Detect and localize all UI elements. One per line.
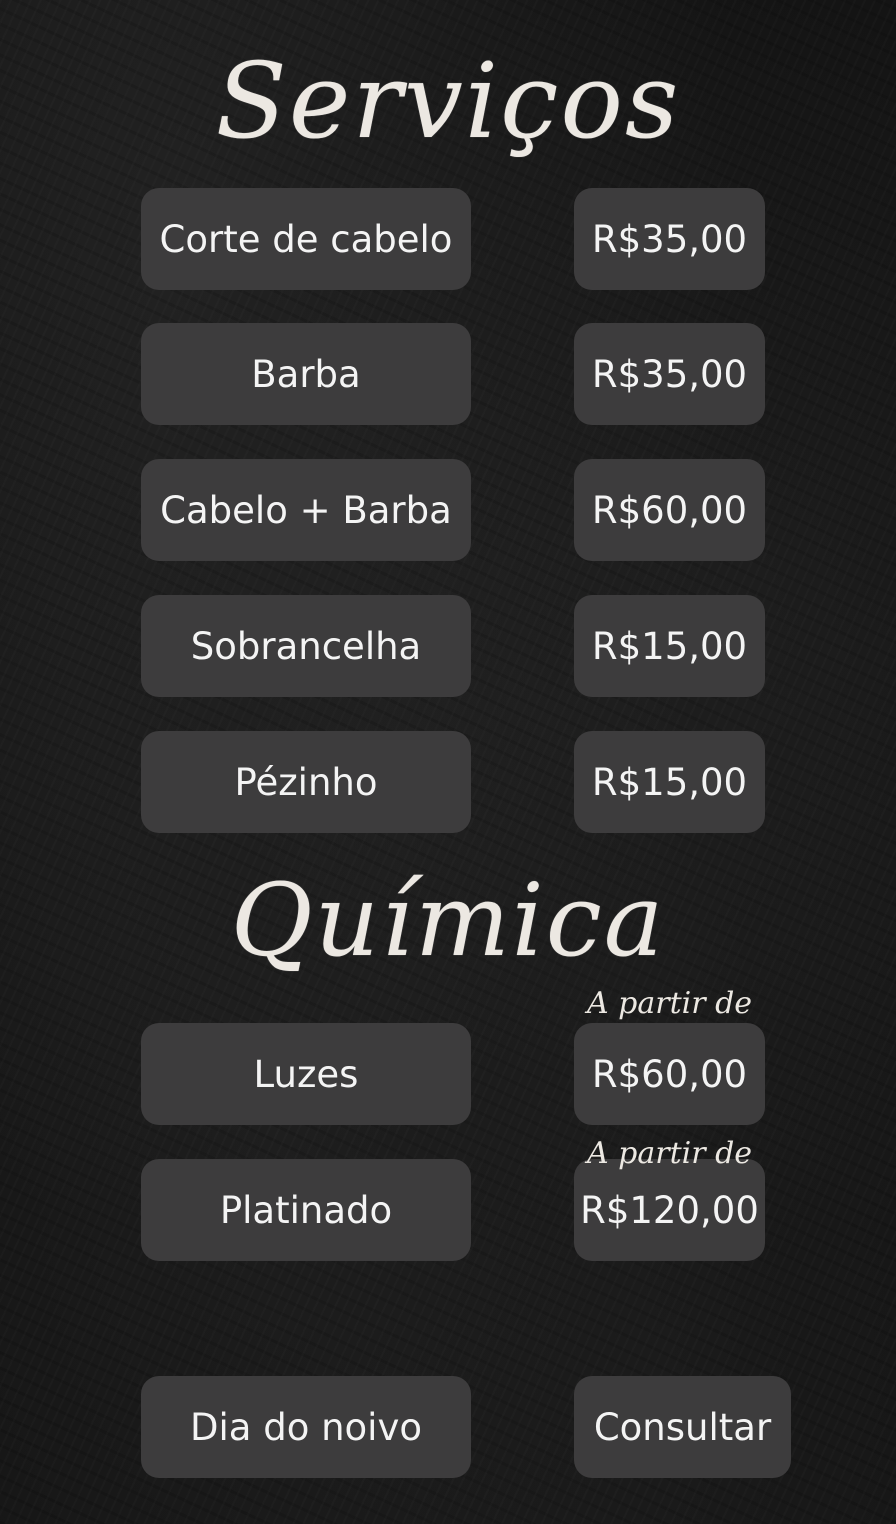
service-name-hair-beard[interactable]: Cabelo + Barba bbox=[141, 459, 471, 561]
chemistry-name-highlights[interactable]: Luzes bbox=[141, 1023, 471, 1125]
from-price-note: A partir de bbox=[586, 1136, 753, 1171]
service-price-haircut[interactable]: R$35,00 bbox=[574, 188, 765, 290]
service-name-beard[interactable]: Barba bbox=[141, 323, 471, 425]
special-name-groom-day[interactable]: Dia do noivo bbox=[141, 1376, 471, 1478]
service-name-neckline[interactable]: Pézinho bbox=[141, 731, 471, 833]
service-price-eyebrow[interactable]: R$15,00 bbox=[574, 595, 765, 697]
chemistry-heading: Química bbox=[230, 862, 666, 979]
chemistry-price-highlights[interactable]: R$60,00 bbox=[574, 1023, 765, 1125]
service-name-haircut[interactable]: Corte de cabelo bbox=[141, 188, 471, 290]
service-price-hair-beard[interactable]: R$60,00 bbox=[574, 459, 765, 561]
service-price-beard[interactable]: R$35,00 bbox=[574, 323, 765, 425]
chemistry-price-platinum[interactable]: R$120,00 bbox=[574, 1159, 765, 1261]
services-heading: Serviços bbox=[215, 40, 681, 162]
special-consult-button[interactable]: Consultar bbox=[574, 1376, 791, 1478]
service-name-eyebrow[interactable]: Sobrancelha bbox=[141, 595, 471, 697]
service-price-neckline[interactable]: R$15,00 bbox=[574, 731, 765, 833]
chemistry-name-platinum[interactable]: Platinado bbox=[141, 1159, 471, 1261]
from-price-note: A partir de bbox=[586, 986, 753, 1021]
